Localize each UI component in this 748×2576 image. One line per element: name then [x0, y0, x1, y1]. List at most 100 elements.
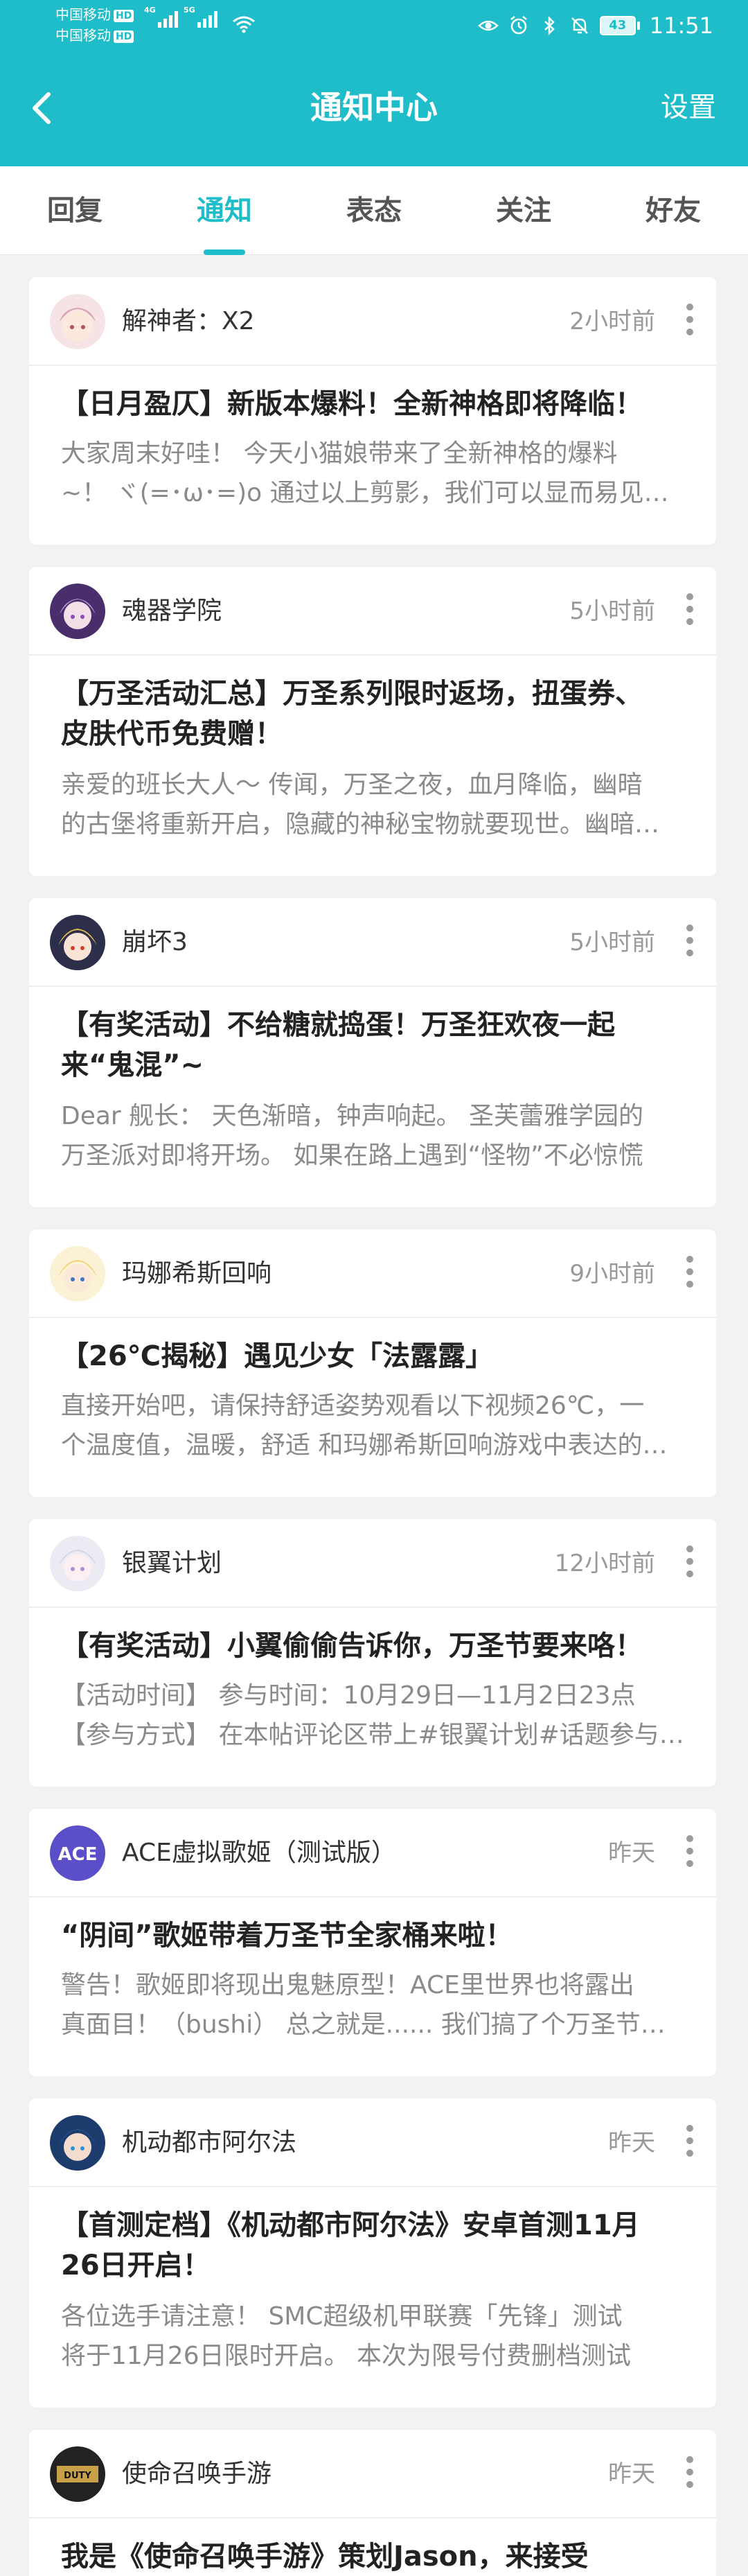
card-excerpt: 大家周末好哇！ 今天小猫娘带来了全新神格的爆料 ~！ ヾ(=･ω･=)o 通过以… [61, 434, 684, 513]
post-time: 昨天 [608, 2129, 655, 2157]
more-options-icon[interactable] [684, 925, 695, 961]
avatar[interactable] [50, 2115, 105, 2171]
network-type: 4G [144, 6, 156, 15]
card-title: 【日月盈仄】新版本爆料！全新神格即将降临！ [61, 388, 643, 420]
notification-card[interactable]: 玛娜希斯回响 9小时前 【26℃揭秘】遇见少女「法露露」 直接开始吧，请保持舒适… [29, 1229, 716, 1497]
signal-indicators: 4G 5G [144, 6, 217, 28]
excerpt-line: Dear 舰长： 天色渐暗，钟声响起。 圣芙蕾雅学园的 [61, 1102, 644, 1130]
avatar[interactable] [50, 915, 105, 970]
card-header: ACE ACE虚拟歌姬（测试版） 昨天 [29, 1809, 716, 1898]
excerpt-line: 个温度值，温暖，舒适 和玛娜希斯回响游戏中表达的情感 [61, 1431, 684, 1460]
tab-replies[interactable]: 回复 [0, 166, 150, 255]
post-time: 12小时前 [554, 1550, 655, 1577]
post-time: 5小时前 [569, 597, 655, 625]
excerpt-line: 大家周末好哇！ 今天小猫娘带来了全新神格的爆料 [61, 439, 618, 468]
card-title: 【首测定档】《机动都市阿尔法》安卓首测11月 26日开启！ [61, 2205, 684, 2286]
more-options-icon[interactable] [684, 304, 695, 340]
card-header: 玛娜希斯回响 9小时前 [29, 1229, 716, 1318]
card-excerpt: 【活动时间】 参与时间：10月29日—11月2日23点 【参与方式】 在本帖评论… [61, 1676, 684, 1755]
card-excerpt: 各位选手请注意！ SMC超级机甲联赛「先锋」测试 将于11月26日限时开启。 本… [61, 2297, 684, 2376]
card-excerpt: 直接开始吧，请保持舒适姿势观看以下视频26℃，一 个温度值，温暖，舒适 和玛娜希… [61, 1386, 684, 1465]
hd-badge: HD [114, 30, 134, 43]
author-name: 机动都市阿尔法 [122, 2128, 297, 2157]
more-options-icon[interactable] [684, 1256, 695, 1292]
eye-icon [477, 20, 499, 31]
notification-card[interactable]: ACE ACE虚拟歌姬（测试版） 昨天 “阴间”歌姬带着万圣节全家桶来啦！ 警告… [29, 1809, 716, 2076]
author-name: 使命召唤手游 [122, 2460, 272, 2488]
post-time: 2小时前 [569, 308, 655, 335]
excerpt-line: ~！ ヾ(=･ω･=)o 通过以上剪影，我们可以显而易见的看出 [61, 479, 684, 507]
status-clock: 11:51 [649, 12, 713, 39]
excerpt-line: 【参与方式】 在本帖评论区带上#银翼计划#话题参与活动 [61, 1721, 684, 1749]
excerpt-line: 万圣派对即将开场。 如果在路上遇到“怪物”不必惊慌 [61, 1141, 643, 1170]
network-type: 5G [184, 6, 195, 15]
card-excerpt: Dear 舰长： 天色渐暗，钟声响起。 圣芙蕾雅学园的 万圣派对即将开场。 如果… [61, 1096, 684, 1175]
battery-icon: 43 [599, 16, 640, 35]
card-header: 崩坏3 5小时前 [29, 898, 716, 987]
avatar[interactable] [50, 294, 105, 349]
card-excerpt: 警告！歌姬即将现出鬼魅原型！ACE里世界也将露出 真面目！（bushi） 总之就… [61, 1965, 684, 2044]
svg-text:ACE: ACE [58, 1844, 98, 1865]
excerpt-line: 警告！歌姬即将现出鬼魅原型！ACE里世界也将露出 [61, 1971, 634, 1999]
status-bar: 中国移动 HD 中国移动 HD 4G 5G 43 11:51 [0, 0, 748, 53]
tab-follows[interactable]: 关注 [449, 166, 598, 255]
avatar[interactable]: DUTY [50, 2446, 105, 2502]
status-right: 43 11:51 [477, 12, 713, 39]
author-name: 魂器学院 [122, 597, 222, 625]
tab-reactions[interactable]: 表态 [299, 166, 449, 255]
more-options-icon[interactable] [684, 1545, 695, 1581]
excerpt-line: 各位选手请注意！ SMC超级机甲联赛「先锋」测试 [61, 2302, 623, 2331]
mute-bell-icon [571, 17, 588, 34]
signal-icon: 4G [144, 6, 178, 28]
post-time: 昨天 [608, 1839, 655, 1867]
card-header: 机动都市阿尔法 昨天 [29, 2099, 716, 2187]
carrier-info: 中国移动 HD 中国移动 HD [55, 4, 134, 46]
card-title: 【26℃揭秘】遇见少女「法露露」 [61, 1340, 494, 1372]
alarm-icon [510, 16, 527, 35]
title-line: 【有奖活动】不给糖就捣蛋！万圣狂欢夜一起 [61, 1009, 615, 1041]
more-options-icon[interactable] [684, 2456, 695, 2492]
notification-card[interactable]: DUTY 使命召唤手游 昨天 我是《使命召唤手游》策划Jason，来接受 [29, 2430, 716, 2576]
excerpt-line: 将于11月26日限时开启。 本次为限号付费删档测试 [61, 2342, 632, 2370]
settings-button[interactable]: 设置 [661, 83, 716, 132]
excerpt-line: 【活动时间】 参与时间：10月29日—11月2日23点 [61, 1681, 636, 1710]
card-title: “阴间”歌姬带着万圣节全家桶来啦！ [61, 1920, 513, 1952]
app-header: 中国移动 HD 中国移动 HD 4G 5G 43 11:51 通知中心 设置 [0, 0, 748, 166]
card-header: DUTY 使命召唤手游 昨天 [29, 2430, 716, 2518]
avatar[interactable] [50, 1536, 105, 1591]
card-header: 解神者：X2 2小时前 [29, 277, 716, 366]
tab-notifications[interactable]: 通知 [150, 166, 299, 255]
avatar[interactable]: ACE [50, 1825, 105, 1881]
card-title: 【有奖活动】小翼偷偷告诉你，万圣节要来咯！ [61, 1630, 643, 1662]
author-name: ACE虚拟歌姬（测试版） [122, 1839, 396, 1867]
notification-card[interactable]: 机动都市阿尔法 昨天 【首测定档】《机动都市阿尔法》安卓首测11月 26日开启！… [29, 2099, 716, 2408]
battery-level: 43 [599, 16, 636, 35]
author-name: 银翼计划 [122, 1549, 222, 1577]
hd-badge: HD [114, 9, 134, 22]
tab-bar: 回复 通知 表态 关注 好友 [0, 166, 748, 255]
notification-card[interactable]: 解神者：X2 2小时前 【日月盈仄】新版本爆料！全新神格即将降临！ 大家周末好哇… [29, 277, 716, 545]
more-options-icon[interactable] [684, 1835, 695, 1871]
excerpt-line: 真面目！（bushi） 总之就是...... 我们搞了个万圣节活动 [61, 2010, 684, 2039]
title-line: 【首测定档】《机动都市阿尔法》安卓首测11月 [61, 2209, 640, 2241]
post-time: 昨天 [608, 2460, 655, 2488]
wifi-icon [233, 16, 255, 33]
card-header: 银翼计划 12小时前 [29, 1519, 716, 1608]
bluetooth-icon [544, 15, 555, 36]
author-name: 解神者：X2 [122, 307, 255, 335]
card-title: 【有奖活动】不给糖就捣蛋！万圣狂欢夜一起 来“鬼混”~ [61, 1005, 684, 1085]
title-line: 【万圣活动汇总】万圣系列限时返场，扭蛋券、 [61, 678, 643, 710]
more-options-icon[interactable] [684, 593, 695, 629]
notification-card[interactable]: 魂器学院 5小时前 【万圣活动汇总】万圣系列限时返场，扭蛋券、 皮肤代币免费赠！… [29, 567, 716, 876]
post-time: 9小时前 [569, 1260, 655, 1288]
svg-text:DUTY: DUTY [64, 2471, 91, 2481]
avatar[interactable] [50, 1246, 105, 1302]
excerpt-line: 的古堡将重新开启，隐藏的神秘宝物就要现世。幽暗的古堡 [61, 810, 684, 839]
more-options-icon[interactable] [684, 2125, 695, 2161]
card-header: 魂器学院 5小时前 [29, 567, 716, 656]
card-title: 我是《使命召唤手游》策划Jason，来接受 [61, 2541, 589, 2573]
notification-card[interactable]: 银翼计划 12小时前 【有奖活动】小翼偷偷告诉你，万圣节要来咯！ 【活动时间】 … [29, 1519, 716, 1787]
tab-friends[interactable]: 好友 [598, 166, 748, 255]
avatar[interactable] [50, 584, 105, 639]
notification-card[interactable]: 崩坏3 5小时前 【有奖活动】不给糖就捣蛋！万圣狂欢夜一起 来“鬼混”~ Dea… [29, 898, 716, 1207]
